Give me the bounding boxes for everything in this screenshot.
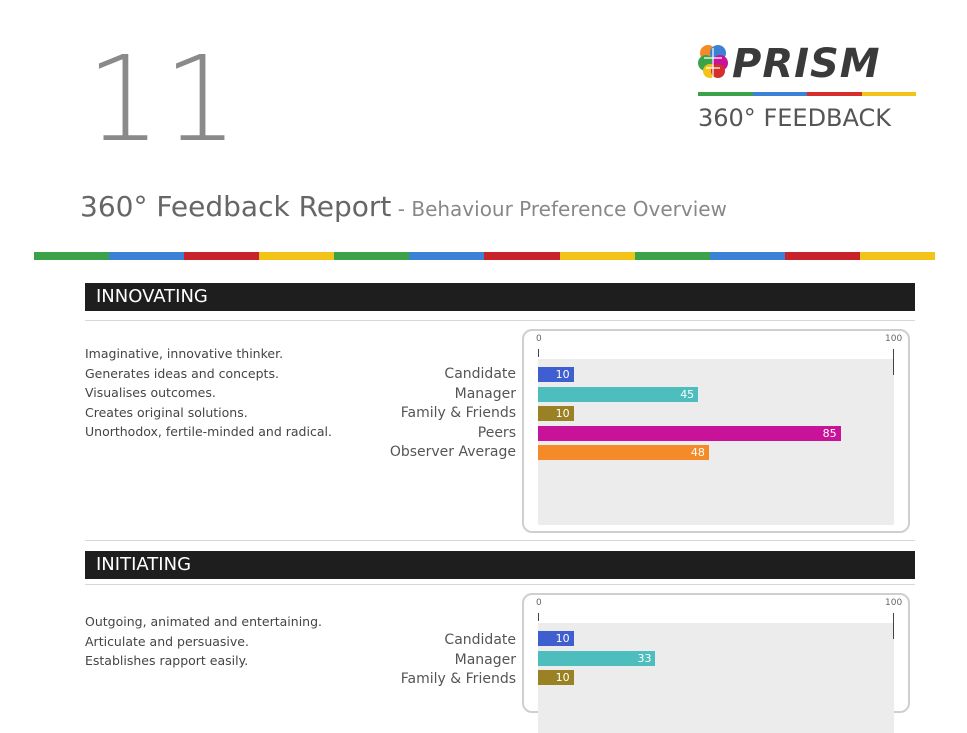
stripe-segment xyxy=(484,252,560,260)
stripe-segment xyxy=(109,252,185,260)
score-chart-initiating: 0 100 10 33 10 xyxy=(522,593,910,733)
rater-label-candidate: Candidate xyxy=(444,366,516,382)
logo-color-stripe xyxy=(698,92,916,96)
color-divider-stripe xyxy=(34,252,935,260)
score-bar: 33 xyxy=(538,650,656,666)
score-bar: 10 xyxy=(538,367,574,382)
logo-wordmark: PRISM xyxy=(732,41,881,87)
score-bar: 85 xyxy=(538,425,841,441)
rater-label-manager: Manager xyxy=(454,651,516,668)
stripe-segment xyxy=(334,252,410,260)
stripe-segment xyxy=(259,252,335,260)
stripe-segment xyxy=(807,92,862,96)
description-list: Imaginative, innovative thinker. Generat… xyxy=(85,344,332,442)
stripe-segment xyxy=(634,252,710,260)
brain-icon xyxy=(698,45,728,78)
axis-tick-label-max: 100 xyxy=(885,598,903,608)
description-line: Visualises outcomes. xyxy=(85,385,216,400)
rater-label-candidate: Candidate xyxy=(444,632,516,648)
axis-tick-label-min: 0 xyxy=(536,598,542,608)
rater-label-manager: Manager xyxy=(454,385,516,402)
section-divider xyxy=(85,584,915,585)
score-bar: 48 xyxy=(538,445,709,460)
description-line: Generates ideas and concepts. xyxy=(85,365,279,381)
section-heading-innovating: INNOVATING xyxy=(85,283,915,311)
report-title: 360° Feedback Report - Behaviour Prefere… xyxy=(80,193,727,221)
rater-labels: Candidate Manager Family & Friends xyxy=(330,631,516,690)
axis-tick-label-max: 100 xyxy=(885,334,903,344)
stripe-segment xyxy=(709,252,785,260)
section-divider xyxy=(85,540,915,541)
report-title-main: 360° Feedback Report xyxy=(80,190,392,223)
stripe-segment xyxy=(559,252,635,260)
stripe-segment xyxy=(752,92,807,96)
score-bar: 45 xyxy=(538,386,699,402)
score-bar: 10 xyxy=(538,631,574,646)
stripe-segment xyxy=(409,252,485,260)
axis-tick-max xyxy=(893,349,894,375)
score-bar: 10 xyxy=(538,670,574,685)
rater-labels: Candidate Manager Family & Friends Peers… xyxy=(330,365,516,463)
score-chart-innovating: 0 100 10 45 10 85 48 xyxy=(522,329,910,533)
axis-tick-label-min: 0 xyxy=(536,334,542,344)
description-line: Outgoing, animated and entertaining. xyxy=(85,614,323,629)
prism-logo: PRISM 360° FEEDBACK xyxy=(698,44,916,139)
section-divider xyxy=(85,320,915,321)
stripe-segment xyxy=(184,252,260,260)
stripe-segment xyxy=(784,252,860,260)
page-number: 11 xyxy=(86,30,241,168)
stripe-segment xyxy=(34,252,110,260)
chart-plot-area xyxy=(538,623,894,733)
section-heading-initiating: INITIATING xyxy=(85,551,915,579)
rater-label-family-friends: Family & Friends xyxy=(400,671,516,687)
axis-tick-min xyxy=(538,613,539,621)
description-line: Articulate and persuasive. xyxy=(85,633,249,649)
description-line: Establishes rapport easily. xyxy=(85,653,249,668)
rater-label-family-friends: Family & Friends xyxy=(400,405,516,421)
description-line: Imaginative, innovative thinker. xyxy=(85,346,284,361)
description-line: Unorthodox, fertile-minded and radical. xyxy=(85,424,332,439)
description-line: Creates original solutions. xyxy=(85,404,248,420)
rater-label-observer-average: Observer Average xyxy=(389,444,516,460)
stripe-segment xyxy=(859,252,935,260)
stripe-segment xyxy=(698,92,753,96)
stripe-segment xyxy=(861,92,916,96)
description-list: Outgoing, animated and entertaining. Art… xyxy=(85,612,322,671)
axis-tick-min xyxy=(538,349,539,357)
rater-label-peers: Peers xyxy=(477,424,516,441)
axis-tick-max xyxy=(893,613,894,639)
score-bar: 10 xyxy=(538,406,574,421)
chart-plot-area xyxy=(538,359,894,525)
logo-subtitle: 360° FEEDBACK xyxy=(698,104,892,132)
report-title-sub: Behaviour Preference Overview xyxy=(411,197,727,221)
report-title-separator: - xyxy=(391,197,412,221)
